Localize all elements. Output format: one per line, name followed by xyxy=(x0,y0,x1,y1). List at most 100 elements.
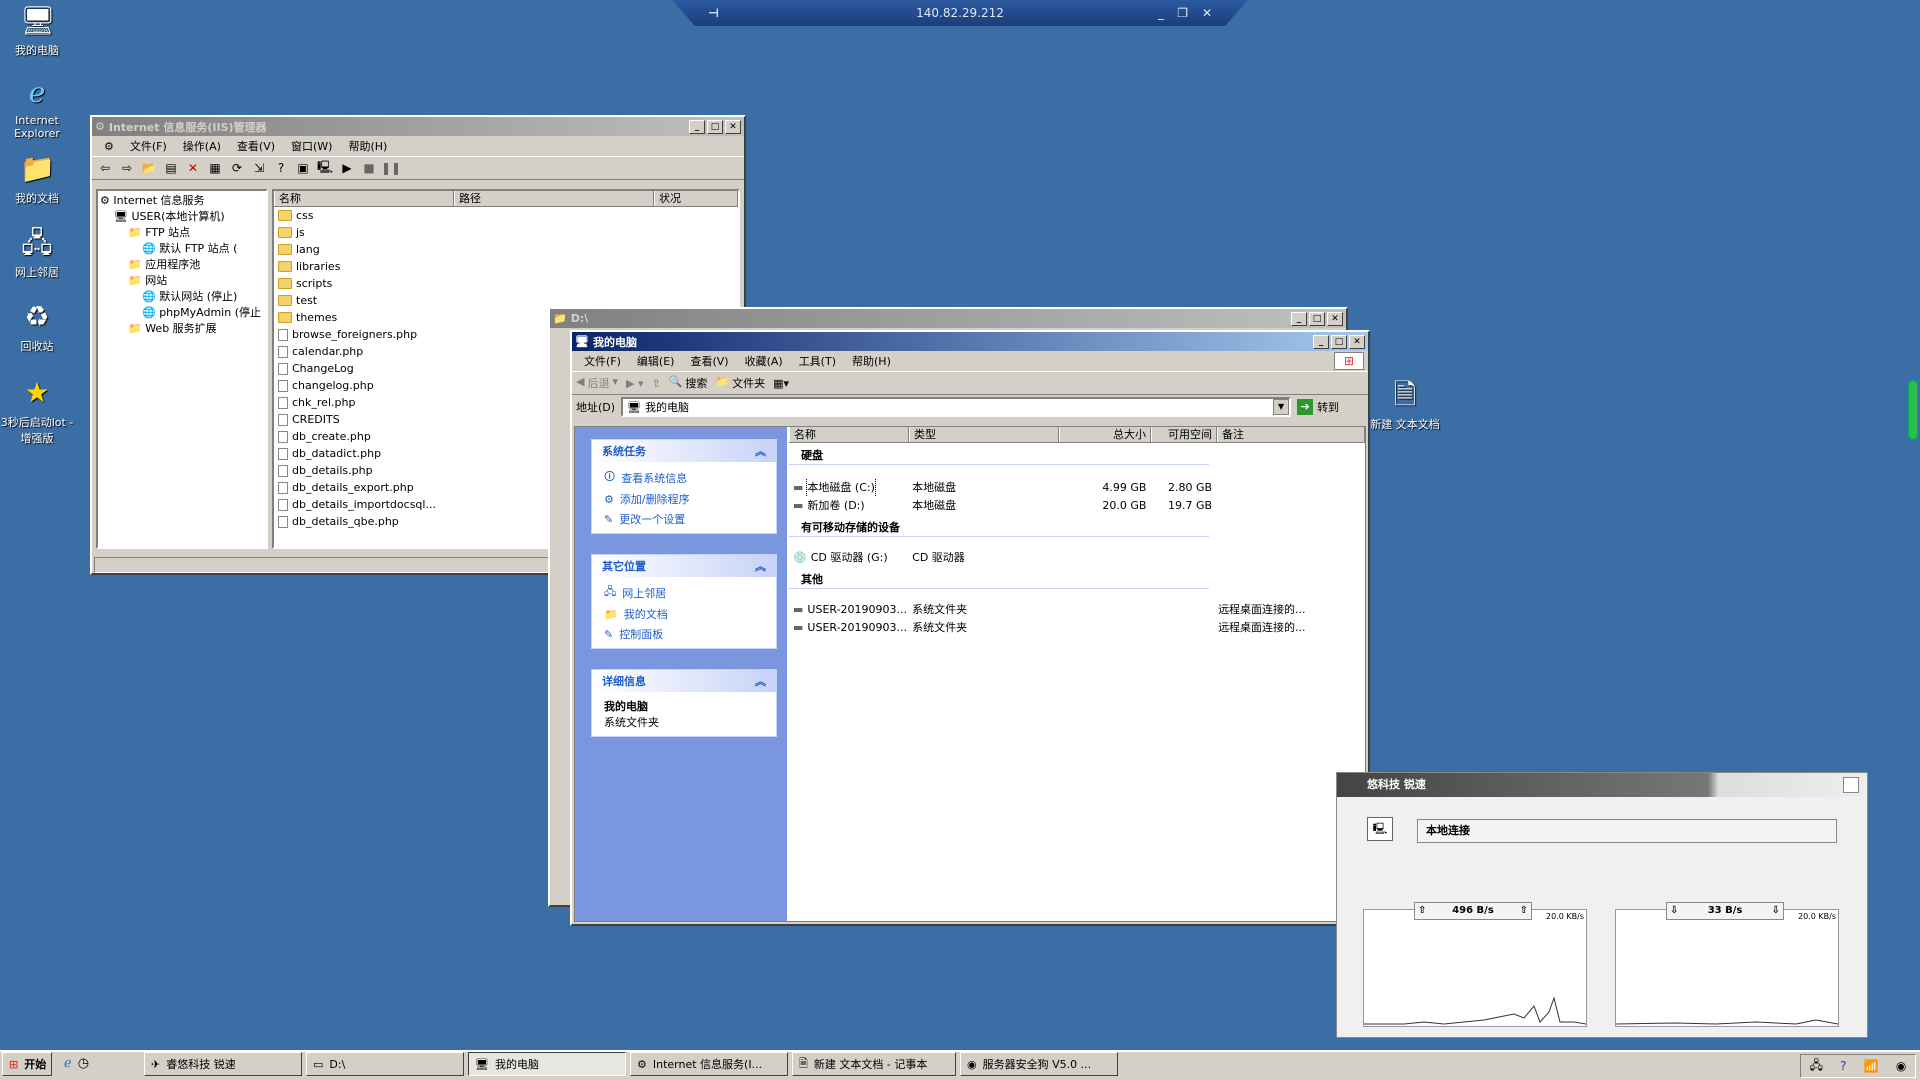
close-button[interactable]: ✕ xyxy=(1327,311,1343,326)
task-iis[interactable]: ⚙ Internet 信息服务(I... xyxy=(630,1052,788,1076)
menu-window[interactable]: 窗口(W) xyxy=(283,138,340,154)
pin-icon[interactable]: ⊣ xyxy=(708,6,719,20)
search-button[interactable]: 🔍 搜索 xyxy=(669,375,708,391)
ie-icon[interactable]: ℯ xyxy=(64,1056,72,1071)
tree-node[interactable]: 🌐 phpMyAdmin (停止 xyxy=(100,305,264,321)
collapse-icon[interactable]: ︽ xyxy=(755,558,766,574)
col-free[interactable]: 可用空间 xyxy=(1151,427,1217,442)
rdp-minimize-button[interactable]: _ xyxy=(1158,6,1164,20)
menu-help[interactable]: 帮助(H) xyxy=(340,138,395,154)
file-list-item[interactable]: lang xyxy=(278,241,738,258)
menu-view[interactable]: 查看(V) xyxy=(229,138,283,154)
task-my-computer[interactable]: 🖥 我的电脑 xyxy=(468,1052,626,1076)
rdp-restore-button[interactable]: ❐ xyxy=(1177,6,1188,20)
monitor-tray-icon[interactable]: 📶 xyxy=(1864,1059,1879,1073)
up-folder-icon[interactable]: 📂 xyxy=(140,159,158,177)
speed-monitor-titlebar[interactable]: 悠科技 锐速 xyxy=(1337,773,1867,797)
desktop-icon-recycle-bin[interactable]: ♻ 回收站 xyxy=(0,300,74,354)
refresh-icon[interactable]: ⟳ xyxy=(228,159,246,177)
delete-icon[interactable]: ✕ xyxy=(184,159,202,177)
stop-icon[interactable]: ■ xyxy=(360,159,378,177)
drive-row[interactable]: 💿 CD 驱动器 (G:) CD 驱动器 xyxy=(789,549,1365,567)
menu-file[interactable]: 文件(F) xyxy=(122,138,175,154)
start-button[interactable]: ⊞ 开始 xyxy=(2,1052,52,1076)
col-name[interactable]: 名称 xyxy=(274,191,454,206)
rdp-close-button[interactable]: ✕ xyxy=(1202,6,1212,20)
minimize-button[interactable]: _ xyxy=(1291,311,1307,326)
drive-row[interactable]: ▬ 本地磁盘 (C:) 本地磁盘 4.99 GB 2.80 GB xyxy=(789,479,1365,497)
desktop-icon-network[interactable]: 🖧 网上邻居 xyxy=(0,226,74,280)
desktop-icon-ie[interactable]: ℯ Internet Explorer xyxy=(0,76,74,140)
menu-view[interactable]: 查看(V) xyxy=(682,353,736,369)
minimize-button[interactable]: _ xyxy=(1313,334,1329,349)
drive-row[interactable]: ▬ 新加卷 (D:) 本地磁盘 20.0 GB 19.7 GB xyxy=(789,497,1365,515)
address-input[interactable]: 🖥 我的电脑 ▼ xyxy=(621,397,1292,417)
tree-node[interactable]: 📁 Web 服务扩展 xyxy=(100,321,264,337)
task-safedog[interactable]: ◉ 服务器安全狗 V5.0 ... xyxy=(960,1052,1118,1076)
col-note[interactable]: 备注 xyxy=(1217,427,1365,442)
go-button[interactable]: ➔ 转到 xyxy=(1297,399,1339,415)
menu-file[interactable]: 文件(F) xyxy=(576,353,629,369)
forward-button[interactable]: ▶ ▾ xyxy=(626,377,643,390)
col-name[interactable]: 名称 xyxy=(789,427,909,442)
pause-icon[interactable]: ❚❚ xyxy=(381,159,401,177)
tree-node[interactable]: 📁 网站 xyxy=(100,273,264,289)
d-drive-titlebar[interactable]: 📁 D:\ _ □ ✕ xyxy=(550,309,1346,328)
desktop-icon-lot[interactable]: ★ 3秒后启动lot - 增强版 xyxy=(0,376,74,446)
menu-tools[interactable]: 工具(T) xyxy=(791,353,844,369)
link-view-system-info[interactable]: 🛈 查看系统信息 xyxy=(604,468,764,487)
task-ruisu[interactable]: ✈ 睿悠科技 锐速 xyxy=(144,1052,302,1076)
views-button[interactable]: ▦▾ xyxy=(773,377,789,390)
maximize-button[interactable]: □ xyxy=(707,119,723,134)
menu-action[interactable]: 操作(A) xyxy=(175,138,229,154)
tree-node[interactable]: 🌐 默认 FTP 站点 ( xyxy=(100,241,264,257)
help-tray-icon[interactable]: ? xyxy=(1840,1059,1846,1073)
collapse-icon[interactable]: ︽ xyxy=(755,673,766,689)
file-list-item[interactable]: css xyxy=(278,207,738,224)
close-button[interactable]: ✕ xyxy=(725,119,741,134)
task-notepad[interactable]: 🗎 新建 文本文档 - 记事本 xyxy=(792,1052,956,1076)
task-d-drive[interactable]: ▭ D:\ xyxy=(306,1052,464,1076)
help-icon[interactable]: ? xyxy=(272,159,290,177)
desktop-icon-my-documents[interactable]: 📁 我的文档 xyxy=(0,152,74,206)
maximize-button[interactable]: □ xyxy=(1331,334,1347,349)
desktop-icon-my-computer[interactable]: 🖥 我的电脑 xyxy=(0,4,74,58)
menu-favorites[interactable]: 收藏(A) xyxy=(737,353,791,369)
maximize-button[interactable]: □ xyxy=(1309,311,1325,326)
back-button[interactable]: ◀ 后退 ▾ xyxy=(576,375,618,391)
play-icon[interactable]: ▶ xyxy=(338,159,356,177)
tree-node[interactable]: 🖥 USER(本地计算机) xyxy=(100,209,264,225)
tree-node[interactable]: ⚙ Internet 信息服务 xyxy=(100,193,264,209)
iis-titlebar[interactable]: ⚙ Internet 信息服务(IIS)管理器 _ □ ✕ xyxy=(92,117,744,136)
my-computer-titlebar[interactable]: 🖥 我的电脑 _ □ ✕ xyxy=(572,332,1368,351)
folders-button[interactable]: 📁 文件夹 xyxy=(715,375,765,391)
show-desktop-icon[interactable]: ◷ xyxy=(78,1056,89,1071)
up-folder-icon[interactable]: ⇧ xyxy=(651,377,660,390)
close-button[interactable] xyxy=(1843,777,1859,793)
col-total[interactable]: 总大小 xyxy=(1059,427,1151,442)
file-list-item[interactable]: scripts xyxy=(278,275,738,292)
drive-row[interactable]: ▬ USER-20190903... 系统文件夹 远程桌面连接的... xyxy=(789,619,1365,637)
close-button[interactable]: ✕ xyxy=(1349,334,1365,349)
export-icon[interactable]: ⇲ xyxy=(250,159,268,177)
safedog-tray-icon[interactable]: ◉ xyxy=(1896,1059,1906,1073)
link-add-remove-programs[interactable]: ⚙ 添加/删除程序 xyxy=(604,491,764,507)
link-change-setting[interactable]: ✎ 更改一个设置 xyxy=(604,511,764,527)
file-list-item[interactable]: js xyxy=(278,224,738,241)
forward-arrow-icon[interactable]: ⇨ xyxy=(118,159,136,177)
collapse-icon[interactable]: ︽ xyxy=(755,443,766,459)
link-my-documents[interactable]: 📁 我的文档 xyxy=(604,606,764,622)
col-type[interactable]: 类型 xyxy=(909,427,1059,442)
desktop-icon-text-file[interactable]: 🗎 新建 文本文档 xyxy=(1368,378,1442,432)
console-icon[interactable]: ▣ xyxy=(294,159,312,177)
properties-icon[interactable]: ▦ xyxy=(206,159,224,177)
computer-small-icon[interactable]: 🖳 xyxy=(316,159,334,177)
col-status[interactable]: 状况 xyxy=(654,191,738,206)
link-network-places[interactable]: 🖧 网上邻居 xyxy=(604,583,764,602)
tree-node[interactable]: 🌐 默认网站 (停止) xyxy=(100,289,264,305)
tree-node[interactable]: 📁 应用程序池 xyxy=(100,257,264,273)
tree-node[interactable]: 📁 FTP 站点 xyxy=(100,225,264,241)
show-tree-icon[interactable]: ▤ xyxy=(162,159,180,177)
back-arrow-icon[interactable]: ⇦ xyxy=(96,159,114,177)
network-tray-icon[interactable]: 🖧 xyxy=(1810,1056,1823,1077)
